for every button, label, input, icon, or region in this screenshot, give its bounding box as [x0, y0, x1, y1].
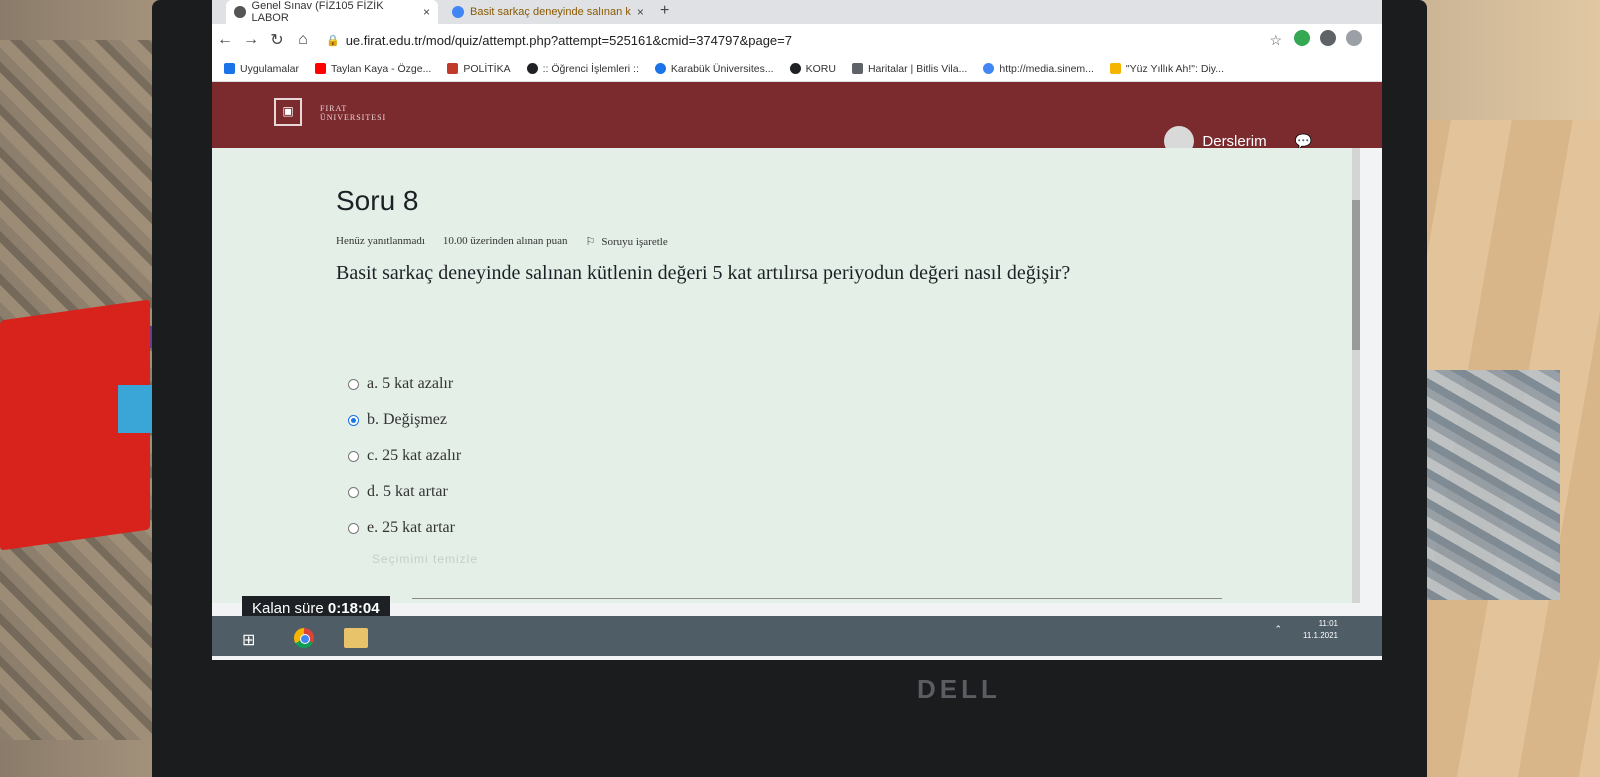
browser-tab-search[interactable]: Basit sarkaç deneyinde salınan k × [444, 0, 654, 24]
radio-button[interactable] [348, 450, 359, 462]
radio-button[interactable] [348, 378, 359, 390]
windows-taskbar: ⊞ ⌃ 11:01 11.1.2021 [212, 616, 1382, 656]
bookmark-yuz-yillik[interactable]: "Yüz Yıllık Ah!": Diy... [1109, 63, 1224, 75]
browser-tab-bar: Genel Sınav (FİZ105 FİZİK LABOR × Basit … [212, 0, 1382, 24]
bookmark-politika[interactable]: POLİTİKA [447, 63, 511, 75]
answer-label[interactable]: e. 25 kat artar [367, 519, 455, 537]
globe-icon [789, 63, 801, 74]
university-logo-text: FIRAT ÜNIVERSITESI [320, 104, 387, 122]
lock-icon: 🔒 [326, 34, 340, 47]
new-tab-button[interactable]: + [660, 2, 669, 20]
chrome-icon[interactable] [294, 628, 314, 648]
forward-icon[interactable]: → [238, 31, 264, 49]
answer-label[interactable]: a. 5 kat azalır [367, 375, 453, 393]
answer-option-e[interactable]: e. 25 kat artar [348, 510, 461, 546]
question-info: Henüz yanıtlanmadı 10.00 üzerinden alına… [336, 235, 668, 248]
apps-grid-icon [224, 63, 235, 74]
url-field[interactable]: 🔒 ue.firat.edu.tr/mod/quiz/attempt.php?a… [326, 33, 792, 48]
globe-icon [526, 63, 538, 74]
home-icon[interactable]: ⌂ [290, 31, 316, 49]
bars-icon [1109, 63, 1121, 74]
answer-label[interactable]: b. Değişmez [367, 411, 447, 429]
university-logo-icon[interactable]: ▣ [274, 98, 302, 126]
windows-start-icon[interactable]: ⊞ [242, 630, 255, 650]
answer-label[interactable]: d. 5 kat artar [367, 483, 448, 501]
question-status: Henüz yanıtlanmadı [336, 235, 425, 247]
question-points: 10.00 üzerinden alınan puan [442, 235, 568, 247]
bookmarks-bar: Uygulamalar Taylan Kaya - Özge... POLİTİ… [212, 56, 1382, 82]
bookmark-youtube[interactable]: Taylan Kaya - Özge... [314, 63, 431, 75]
bookmark-karabuk[interactable]: Karabük Üniversites... [654, 63, 774, 75]
r-logo-icon [447, 63, 459, 74]
timer-label: Kalan süre [252, 600, 324, 617]
reload-icon[interactable]: ↻ [264, 30, 290, 50]
google-icon [452, 6, 464, 18]
radio-button[interactable] [348, 486, 359, 498]
browser-tab-exam[interactable]: Genel Sınav (FİZ105 FİZİK LABOR × [226, 0, 438, 24]
question-text: Basit sarkaç deneyinde salınan kütlenin … [336, 262, 1071, 284]
bookmark-apps[interactable]: Uygulamalar [224, 63, 299, 75]
scrollbar-thumb[interactable] [1352, 200, 1360, 350]
chrome-tab-icon [234, 6, 246, 18]
laptop-screen: Genel Sınav (FİZ105 FİZİK LABOR × Basit … [212, 0, 1382, 660]
bookmark-media[interactable]: http://media.sinem... [983, 63, 1094, 75]
extensions-puzzle-icon[interactable] [1320, 30, 1336, 46]
site-header: ▣ FIRAT ÜNIVERSITESI Derslerim 💬 [212, 82, 1382, 156]
timer-divider [412, 598, 1222, 599]
flag-question-link[interactable]: ⚐ Soruyu işaretle [585, 235, 668, 249]
radio-button[interactable] [348, 522, 359, 534]
bookmark-haritalar[interactable]: Haritalar | Bitlis Vila... [851, 63, 967, 75]
youtube-icon [314, 63, 326, 74]
file-explorer-icon[interactable] [344, 628, 368, 648]
circle-icon [654, 63, 666, 74]
tab-label: Basit sarkaç deneyinde salınan k [470, 6, 631, 18]
bookmark-star-icon[interactable]: ☆ [1269, 32, 1282, 49]
courses-menu-label[interactable]: Derslerim [1202, 133, 1266, 150]
answer-option-b[interactable]: b. Değişmez [348, 402, 461, 438]
clear-selection-link[interactable]: Seçimimi temizle [372, 552, 478, 566]
toy-block-blue [118, 385, 154, 433]
answer-option-c[interactable]: c. 25 kat azalır [348, 438, 461, 474]
back-icon[interactable]: ← [212, 31, 238, 49]
answer-label[interactable]: c. 25 kat azalır [367, 447, 461, 465]
tab-label: Genel Sınav (FİZ105 FİZİK LABOR [251, 0, 384, 24]
system-clock[interactable]: 11:01 11.1.2021 [1303, 618, 1338, 642]
laptop-brand-logo: DELL [917, 674, 1001, 704]
answer-option-a[interactable]: a. 5 kat azalır [348, 366, 461, 402]
timer-value: 0:18:04 [327, 600, 380, 617]
answer-option-d[interactable]: d. 5 kat artar [348, 474, 461, 510]
message-icon[interactable]: 💬 [1295, 133, 1312, 150]
bookmark-ogrenci[interactable]: :: Öğrenci İşlemleri :: [526, 63, 639, 75]
close-tab-icon[interactable]: × [637, 5, 644, 19]
url-text: ue.firat.edu.tr/mod/quiz/attempt.php?att… [345, 32, 792, 48]
extension-icon[interactable] [1294, 30, 1310, 46]
bookmark-koru[interactable]: KORU [789, 63, 836, 75]
flag-icon: ⚐ [585, 236, 596, 248]
google-icon [983, 63, 995, 74]
address-bar-row: ← → ↻ ⌂ 🔒 ue.firat.edu.tr/mod/quiz/attem… [212, 24, 1382, 56]
close-tab-icon[interactable]: × [423, 5, 430, 19]
question-title: Soru 8 [336, 185, 419, 216]
map-icon [851, 63, 863, 74]
answer-options: a. 5 kat azalır b. Değişmez c. 25 kat az… [348, 366, 461, 546]
radio-button-selected[interactable] [348, 414, 359, 426]
profile-icon[interactable] [1346, 30, 1362, 46]
tray-chevron-icon[interactable]: ⌃ [1274, 624, 1282, 635]
